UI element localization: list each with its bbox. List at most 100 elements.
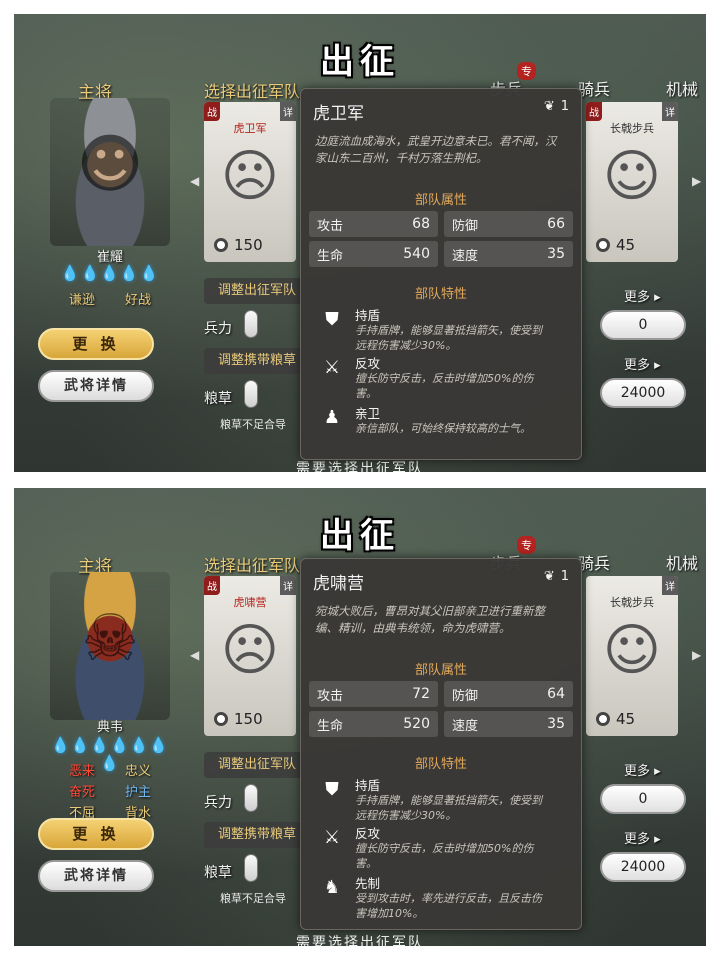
more-troops-link[interactable]: 更多 ▸ [624,760,661,779]
tooltip-count: ❦ 1 [544,569,569,584]
unit-cost: 150 [214,710,263,728]
stat-speed: 速度 35 [444,241,573,267]
expedition-screen-2: 出征 主将 ☠ 典韦 💧💧💧💧💧💧💧 恶来 忠义 奋死 护主 不屈 背水 更 换… [14,488,706,946]
supplies-slider[interactable] [244,854,258,882]
unit-cost-value: 150 [234,236,263,254]
war-badge: 战 [204,576,220,595]
stat-label: 防御 [452,218,479,234]
footer-hint: 需要选择出征军队 [296,461,424,472]
feature-name: 亲卫 [355,406,381,421]
stat-grid: 攻击 72 防御 64 生命 520 速度 35 [309,681,573,737]
unit-name: 虎啸营 [233,596,267,609]
tooltip-unit-name: 虎卫军 [313,104,364,124]
tooltip-description: 边庭流血成海水，武皇开边意未已。君不闻，汉家山东二百州，千村万落生荆杞。 [315,134,557,165]
unit-card-right[interactable]: 详 长戟步兵 ☺ 45 [586,576,678,736]
stat-value: 35 [547,716,565,732]
feature-desc: 擅长防守反击，反击时增加50%的伤害。 [355,372,534,400]
feature-name: 反攻 [355,356,381,371]
stat-defense: 防御 64 [444,681,573,707]
soldier-portrait-icon: ☹ [220,618,280,683]
general-face-icon: ☠ [81,602,139,676]
scroll-right-arrow-icon[interactable]: ▶ [692,648,701,662]
general-name: 典韦 [96,720,123,735]
detail-badge[interactable]: 详 [280,102,296,121]
unit-cost-value: 45 [616,710,636,728]
troops-value[interactable]: 0 [600,310,686,340]
feature-name: 先制 [355,876,381,891]
troops-slider[interactable] [244,784,258,812]
general-traits: 谦逊 好战 [54,289,166,308]
detail-badge[interactable]: 详 [662,576,678,595]
unit-cost-value: 45 [616,236,636,254]
general-portrait[interactable]: ☠ [50,572,170,720]
general-details-button[interactable]: 武将详情 [38,860,154,892]
counterattack-icon: ⚔ [323,357,341,378]
shield-icon: ⛊ [325,309,339,330]
tab-machinery[interactable]: 机械 [658,72,706,104]
tooltip-count-value: 1 [560,99,569,114]
stat-label: 攻击 [317,688,344,704]
tab-machinery[interactable]: 机械 [658,546,706,578]
unit-cost: 45 [596,236,635,254]
features-title: 部队特性 [414,287,467,302]
soldier-portrait-icon: ☺ [602,618,662,683]
supplies-label: 粮草 [204,865,232,881]
replace-general-button[interactable]: 更 换 [38,328,154,360]
troops-label: 兵力 [204,795,232,811]
unit-card-left[interactable]: 战 详 虎啸营 ☹ 150 [204,576,296,736]
scroll-right-arrow-icon[interactable]: ▶ [692,174,701,188]
supplies-label: 粮草 [204,391,232,407]
general-traits: 恶来 忠义 奋死 护主 不屈 背水 [54,760,166,821]
general-portrait[interactable]: ☻ [50,98,170,246]
unit-card-left[interactable]: 战 详 虎卫军 ☹ 150 [204,102,296,262]
troops-label: 兵力 [204,321,232,337]
supplies-warning: 粮草不足合导 [220,892,286,905]
expedition-screen-1: 出征 主将 ☻ 崔耀 💧💧💧💧💧 谦逊 好战 更 换 武将详情 选择出征军队 步… [14,14,706,472]
stat-value: 64 [547,686,565,702]
stat-value: 66 [547,216,565,232]
unit-cost: 150 [214,236,263,254]
soldier-portrait-icon: ☹ [220,144,280,209]
scroll-left-arrow-icon[interactable]: ◀ [190,648,199,662]
trait-label: 护主 [124,785,151,800]
stat-value: 520 [403,716,430,732]
scroll-left-arrow-icon[interactable]: ◀ [190,174,199,188]
supplies-slider[interactable] [244,380,258,408]
unit-name: 长戟步兵 [610,596,654,609]
more-label: 更多 [624,832,651,847]
more-supplies-link[interactable]: 更多 ▸ [624,354,661,373]
general-details-button[interactable]: 武将详情 [38,370,154,402]
war-badge: 战 [586,102,602,121]
feature-desc: 受到攻击时，率先进行反击，且反击伤害增加10%。 [355,892,542,920]
troops-slider[interactable] [244,310,258,338]
replace-general-button[interactable]: 更 换 [38,818,154,850]
trait-label: 奋死 [68,785,95,800]
unit-card-right[interactable]: 战 详 长戟步兵 ☺ 45 [586,102,678,262]
footer-hint: 需要选择出征军队 [296,935,424,946]
trait-label: 谦逊 [68,293,95,308]
detail-badge[interactable]: 详 [280,576,296,595]
detail-badge[interactable]: 详 [662,102,678,121]
guard-icon: ♟ [323,407,341,428]
more-troops-link[interactable]: 更多 ▸ [624,286,661,305]
unit-tooltip: 虎啸营 ❦ 1 宛城大败后，曹昂对其父旧部亲卫进行重新整编、精训，由典韦统领，命… [300,558,582,930]
unit-name: 虎卫军 [233,122,267,135]
feature-name: 反攻 [355,826,381,841]
attributes-title: 部队属性 [414,193,467,208]
supplies-value[interactable]: 24000 [600,852,686,882]
stat-attack: 攻击 68 [309,211,438,237]
stat-label: 防御 [452,688,479,704]
war-badge: 战 [204,102,220,121]
stat-grid: 攻击 68 防御 66 生命 540 速度 35 [309,211,573,267]
unit-cost: 45 [596,710,635,728]
trait-label: 恶来 [68,764,95,779]
general-name: 崔耀 [96,250,123,265]
more-supplies-link[interactable]: 更多 ▸ [624,828,661,847]
troops-value[interactable]: 0 [600,784,686,814]
supplies-value[interactable]: 24000 [600,378,686,408]
stat-label: 速度 [452,718,479,734]
coin-icon [596,712,610,726]
unit-tooltip: 虎卫军 ❦ 1 边庭流血成海水，武皇开边意未已。君不闻，汉家山东二百州，千村万落… [300,88,582,460]
stat-health: 生命 520 [309,711,438,737]
stat-value: 540 [403,246,430,262]
